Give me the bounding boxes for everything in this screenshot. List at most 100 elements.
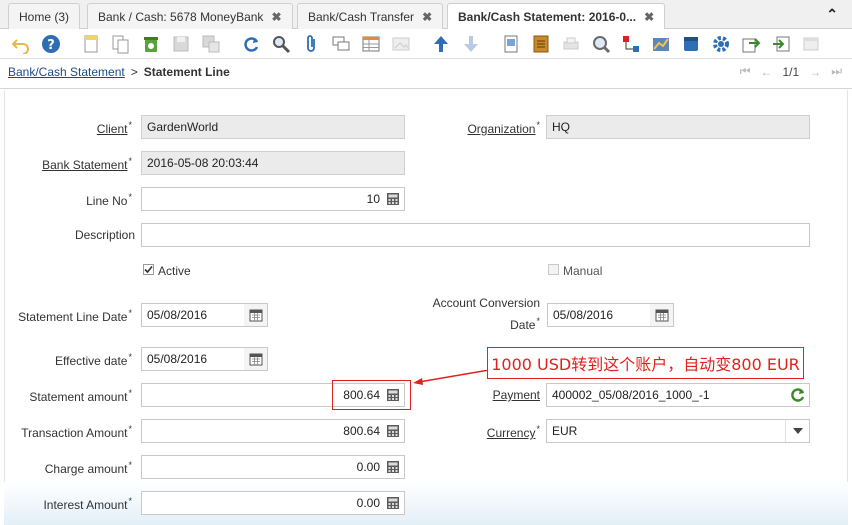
chart-icon[interactable] [650, 33, 672, 55]
transaction-amount-label: Transaction Amount* [21, 424, 132, 440]
image-icon[interactable] [390, 33, 412, 55]
tab-bank-cash-statement[interactable]: Bank/Cash Statement: 2016-0... ✖ [447, 3, 666, 30]
save-new-icon[interactable] [200, 33, 222, 55]
copy-record-icon[interactable] [110, 33, 132, 55]
interest-amount-field[interactable]: 0.00 [141, 491, 405, 515]
effective-date-field[interactable]: 05/08/2016 [141, 347, 245, 371]
refresh-icon[interactable] [787, 384, 809, 406]
line-no-value: 10 [366, 192, 380, 206]
refresh-icon[interactable] [240, 33, 262, 55]
close-icon[interactable]: ✖ [271, 11, 281, 23]
bank-statement-label[interactable]: Bank Statement* [42, 156, 132, 172]
parent-record-icon[interactable] [430, 33, 452, 55]
client-label[interactable]: Client* [97, 120, 132, 136]
collapse-icon[interactable]: ⌃ [826, 6, 838, 23]
statement-line-date-field[interactable]: 05/08/2016 [141, 303, 245, 327]
calculator-icon[interactable] [382, 456, 404, 478]
account-conversion-date-field[interactable]: 05/08/2016 [547, 303, 651, 327]
help-icon[interactable]: ? [40, 33, 62, 55]
attachment-icon[interactable] [300, 33, 322, 55]
currency-value: EUR [552, 424, 578, 438]
tab-bank-cash-label: Bank / Cash: 5678 MoneyBank [98, 9, 264, 24]
tab-bank-cash-transfer[interactable]: Bank/Cash Transfer ✖ [297, 3, 444, 29]
calendar-icon[interactable] [244, 303, 268, 327]
statement-line-date-value: 05/08/2016 [147, 308, 208, 322]
active-checkbox[interactable] [143, 264, 154, 275]
charge-amount-field[interactable]: 0.00 [141, 455, 405, 479]
export-icon[interactable] [740, 33, 762, 55]
payment-label[interactable]: Payment [493, 388, 540, 402]
record-count: 1/1 [782, 64, 800, 79]
active-label: Active [158, 264, 191, 278]
first-record-icon[interactable]: ⏮ [740, 64, 751, 79]
find-icon[interactable] [270, 33, 292, 55]
description-label: Description [74, 228, 135, 242]
window-tab-bar: Home (3) Bank / Cash: 5678 MoneyBank ✖ B… [0, 0, 852, 30]
transaction-amount-field[interactable]: 800.64 [141, 419, 405, 443]
undo-icon[interactable] [10, 33, 32, 55]
organization-field[interactable]: HQ [546, 115, 810, 139]
archive-icon[interactable] [530, 33, 552, 55]
organization-value: HQ [552, 120, 570, 134]
breadcrumb: Bank/Cash Statement > Statement Line [8, 65, 230, 79]
account-conversion-date-label: Account Conversion [432, 296, 540, 310]
account-conversion-date-label-line2: Date* [510, 316, 540, 332]
tab-bank-cash[interactable]: Bank / Cash: 5678 MoneyBank ✖ [87, 3, 293, 29]
calculator-icon[interactable] [382, 420, 404, 442]
transaction-amount-value: 800.64 [343, 424, 380, 438]
card-icon[interactable] [680, 33, 702, 55]
payment-field[interactable]: 400002_05/08/2016_1000_-1 [546, 383, 810, 407]
workflow-icon[interactable] [620, 33, 642, 55]
calculator-icon[interactable] [382, 188, 404, 210]
breadcrumb-current: Statement Line [143, 65, 230, 79]
tab-bank-cash-transfer-label: Bank/Cash Transfer [308, 9, 415, 24]
tab-bank-cash-statement-label: Bank/Cash Statement: 2016-0... [458, 10, 637, 24]
bank-statement-value: 2016-05-08 20:03:44 [147, 156, 259, 170]
close-icon[interactable]: ✖ [644, 11, 654, 23]
interest-amount-value: 0.00 [356, 496, 380, 510]
toolbar: ? [0, 29, 852, 59]
report-icon[interactable] [500, 33, 522, 55]
tab-home[interactable]: Home (3) [8, 3, 81, 29]
grid-toggle-icon[interactable] [360, 33, 382, 55]
chat-icon[interactable] [330, 33, 352, 55]
record-pager: ⏮ ← 1/1 → ⏭ [740, 64, 842, 79]
client-field[interactable]: GardenWorld [141, 115, 405, 139]
line-no-field[interactable]: 10 [141, 187, 405, 211]
window-icon[interactable] [800, 33, 822, 55]
currency-label[interactable]: Currency* [487, 424, 540, 440]
header-divider [0, 88, 852, 89]
manual-label: Manual [563, 264, 603, 278]
last-record-icon[interactable]: ⏭ [831, 64, 842, 79]
organization-label[interactable]: Organization* [467, 120, 540, 136]
detail-record-icon[interactable] [460, 33, 482, 55]
calculator-icon[interactable] [382, 492, 404, 514]
currency-select[interactable]: EUR [546, 419, 810, 443]
new-record-icon[interactable] [80, 33, 102, 55]
charge-amount-label: Charge amount* [44, 460, 132, 476]
tab-home-label: Home (3) [19, 9, 70, 24]
account-conversion-date-value: 05/08/2016 [553, 308, 614, 322]
delete-icon[interactable] [140, 33, 162, 55]
zoom-across-icon[interactable] [590, 33, 612, 55]
chevron-down-icon[interactable] [785, 420, 809, 442]
close-icon[interactable]: ✖ [422, 11, 432, 23]
description-field[interactable] [141, 223, 810, 247]
previous-record-icon[interactable]: ← [761, 65, 773, 79]
effective-date-label: Effective date* [54, 352, 132, 368]
statement-amount-label: Statement amount* [29, 388, 132, 404]
manual-checkbox[interactable] [548, 264, 559, 275]
line-no-label: Line No* [86, 192, 132, 208]
annotation-arrow [413, 370, 490, 385]
statement-line-date-label: Statement Line Date* [18, 308, 132, 324]
annotation-highlight-box [332, 380, 411, 410]
calendar-icon[interactable] [244, 347, 268, 371]
next-record-icon[interactable]: → [809, 65, 821, 79]
bank-statement-field[interactable]: 2016-05-08 20:03:44 [141, 151, 405, 175]
calendar-icon[interactable] [650, 303, 674, 327]
gear-icon[interactable] [710, 33, 732, 55]
breadcrumb-parent-link[interactable]: Bank/Cash Statement [8, 65, 125, 79]
import-icon[interactable] [770, 33, 792, 55]
save-icon[interactable] [170, 33, 192, 55]
print-icon[interactable] [560, 33, 582, 55]
